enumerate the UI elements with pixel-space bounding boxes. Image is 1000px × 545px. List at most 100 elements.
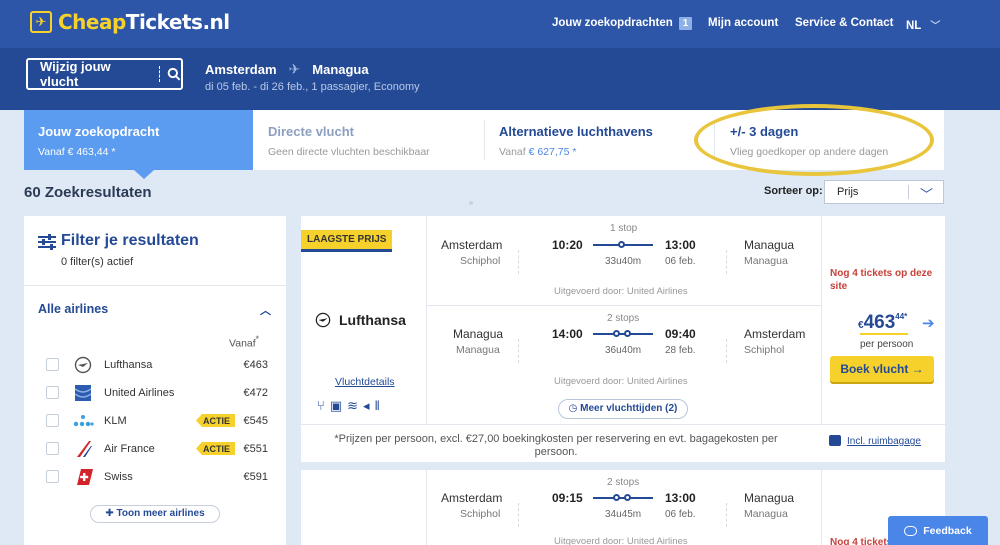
arrow-right-icon[interactable]: ➔: [922, 314, 935, 332]
nav-searches[interactable]: Jouw zoekopdrachten 1: [552, 17, 693, 30]
airline-filter-row[interactable]: KLM ACTIE €545: [46, 412, 268, 432]
airline-checkbox[interactable]: [46, 470, 59, 483]
clock-icon: ◷: [568, 403, 578, 414]
nav-account[interactable]: Mijn account: [708, 17, 778, 29]
plane-logo-icon: ✈: [30, 11, 52, 33]
promo-badge: ACTIE: [196, 414, 235, 427]
result-card: LAAGSTE PRIJS Lufthansa Vluchtdetails ⑂▣…: [301, 216, 945, 462]
united-logo-icon: [72, 384, 94, 402]
airline-filter-row[interactable]: Lufthansa €463: [46, 356, 268, 376]
decorative-dot: [469, 201, 473, 205]
departure-time: 10:20: [552, 238, 583, 252]
origin-city: Amsterdam: [205, 62, 277, 77]
airline-name: Swiss: [104, 471, 133, 483]
tab-subtitle: Vlieg goedkoper op andere dagen: [730, 146, 889, 158]
top-bar: ✈ CheapTickets.nl Jouw zoekopdrachten 1 M…: [0, 0, 1000, 48]
sort-select[interactable]: Prijs ﹀: [824, 180, 944, 204]
language-selector[interactable]: NL ﹀: [906, 17, 940, 32]
route-line: [593, 497, 653, 499]
search-summary-bar: Wijzig jouw vlucht Amsterdam ✈ Managua di …: [0, 48, 1000, 110]
divider: [726, 503, 727, 527]
airlines-section-title[interactable]: Alle airlines: [38, 302, 108, 316]
show-more-airlines-button[interactable]: ✚ Toon meer airlines: [90, 505, 220, 523]
airline-logo: Lufthansa: [315, 312, 406, 328]
sliders-icon: [38, 234, 56, 250]
suitcase-icon: [829, 435, 841, 446]
searches-count-badge: 1: [678, 17, 693, 30]
arrival-city: Amsterdam: [744, 327, 806, 341]
price-footnote: *Prijzen per persoon, excl. €27,00 boeki…: [334, 433, 778, 458]
tab-subtitle: Geen directe vluchten beschikbaar: [268, 146, 430, 158]
price-underline: [860, 333, 908, 335]
divider: [426, 470, 427, 545]
divider: [726, 339, 727, 363]
airline-checkbox[interactable]: [46, 358, 59, 371]
arrival-airport: Schiphol: [744, 344, 785, 356]
arrival-airport: Managua: [744, 508, 788, 520]
departure-city: Managua: [453, 327, 504, 341]
filter-active-count: 0 filter(s) actief: [61, 256, 134, 268]
operated-by: Uitgevoerd door: United Airlines: [554, 286, 688, 297]
airline-filter-row[interactable]: Air France ACTIE €551: [46, 440, 268, 460]
arrival-date: 06 feb.: [665, 256, 696, 267]
departure-airport: Schiphol: [460, 255, 501, 267]
destination-city: Managua: [312, 62, 369, 77]
chat-icon: [904, 525, 918, 536]
tab-title: Alternatieve luchthavens: [499, 124, 653, 139]
chevron-up-icon[interactable]: ︿: [260, 302, 271, 318]
change-flight-button[interactable]: Wijzig jouw vlucht: [26, 58, 183, 90]
nav-service[interactable]: Service & Contact: [795, 17, 893, 29]
stops-count: 2 stops: [607, 477, 640, 488]
baggage-link[interactable]: Incl. ruimbagage: [829, 435, 921, 447]
sort-label: Sorteer op:: [764, 185, 823, 197]
stop-dot: [624, 330, 631, 337]
filter-panel: Filter je resultaten 0 filter(s) actief …: [24, 216, 286, 545]
arrival-city: Managua: [744, 491, 795, 505]
book-flight-button[interactable]: Boek vlucht →: [830, 356, 934, 382]
departure-airport: Schiphol: [460, 508, 501, 520]
airline-price: €472: [243, 387, 268, 399]
duration: 36u40m: [605, 345, 642, 356]
arrival-time: 13:00: [665, 491, 696, 505]
duration: 33u40m: [605, 256, 642, 267]
airline-price: €551: [243, 443, 268, 455]
stop-dot: [624, 494, 631, 501]
active-tab-pointer: [134, 170, 154, 179]
card-footer: *Prijzen per persoon, excl. €27,00 boeki…: [301, 424, 945, 462]
change-flight-label: Wijzig jouw vlucht: [40, 59, 111, 89]
duration: 34u45m: [605, 509, 642, 520]
airline-filter-row[interactable]: United Airlines €472: [46, 384, 268, 404]
air-france-logo-icon: [72, 440, 94, 458]
stops-count: 2 stops: [607, 313, 640, 324]
price: €46344*: [858, 312, 908, 333]
klm-logo-icon: [72, 412, 94, 430]
chevron-down-icon: ﹀: [930, 21, 941, 32]
lufthansa-logo-icon: [315, 312, 331, 328]
tab-direct-flight[interactable]: Directe vlucht Geen directe vluchten bes…: [253, 110, 484, 170]
divider: [159, 66, 161, 82]
feedback-button[interactable]: Feedback: [888, 516, 988, 545]
power-icon: ◂: [363, 398, 375, 413]
meal-icon: ǁ: [374, 398, 385, 413]
per-person-label: per persoon: [860, 339, 914, 350]
tab-your-search[interactable]: Jouw zoekopdracht Vanaf € 463,44 *: [24, 110, 253, 179]
tab-plus-minus-3-days[interactable]: +/- 3 dagen Vlieg goedkoper op andere da…: [715, 110, 944, 170]
airline-name: Lufthansa: [339, 312, 406, 328]
tab-alternative-airports[interactable]: Alternatieve luchthavens Vanaf € 627,75 …: [485, 110, 714, 170]
airline-filter-row[interactable]: Swiss €591: [46, 468, 268, 488]
language-label: NL: [906, 20, 922, 32]
arrival-date: 28 feb.: [665, 345, 696, 356]
arrival-date: 06 feb.: [665, 509, 696, 520]
logo[interactable]: ✈ CheapTickets.nl: [30, 10, 230, 34]
stop-dot: [613, 330, 620, 337]
arrival-airport: Managua: [744, 255, 788, 267]
chevron-down-icon: ﹀: [919, 187, 933, 202]
airline-checkbox[interactable]: [46, 414, 59, 427]
tab-title: Jouw zoekopdracht: [38, 124, 160, 139]
more-flight-times-button[interactable]: ◷ Meer vluchttijden (2): [558, 399, 688, 419]
amenities-icons: ⑂▣≋◂ǁ: [317, 398, 385, 414]
flight-details-link[interactable]: Vluchtdetails: [335, 376, 395, 388]
airline-checkbox[interactable]: [46, 386, 59, 399]
arrival-time: 13:00: [665, 238, 696, 252]
airline-checkbox[interactable]: [46, 442, 59, 455]
